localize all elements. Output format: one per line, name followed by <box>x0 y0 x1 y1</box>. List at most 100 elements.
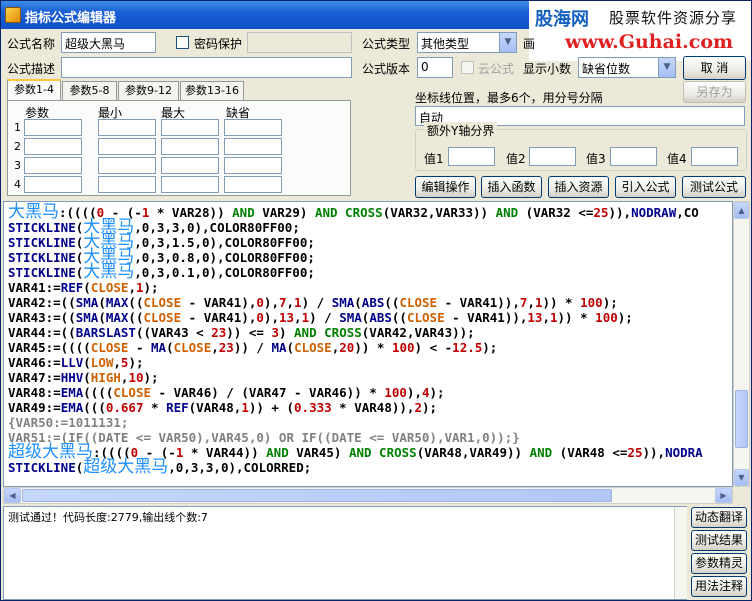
param-name-cell[interactable] <box>24 138 82 155</box>
value1-input[interactable] <box>448 147 495 166</box>
editor-horizontal-scrollbar[interactable]: ◀ ▶ <box>3 487 733 504</box>
value2-input[interactable] <box>529 147 576 166</box>
tab-params-5-8[interactable]: 参数5-8 <box>62 81 117 101</box>
cancel-button[interactable]: 取 消 <box>683 56 746 80</box>
formula-type-select[interactable]: 其他类型 ▼ <box>417 32 517 53</box>
app-icon <box>5 7 21 23</box>
param-name-cell[interactable] <box>24 119 82 136</box>
value4-input[interactable] <box>691 147 738 166</box>
value4-label: 值4 <box>667 152 687 166</box>
param-panel: 参数 最小 最大 缺省 1 2 3 4 <box>7 100 351 196</box>
param-max-cell[interactable] <box>161 138 219 155</box>
code-line: VAR45:=((((CLOSE - MA(CLOSE,23)) / MA(CL… <box>8 340 498 355</box>
editor-vertical-scrollbar[interactable]: ▲ ▼ <box>733 201 750 487</box>
value1-label: 值1 <box>424 152 444 166</box>
value3-label: 值3 <box>586 152 606 166</box>
test-result-button[interactable]: 测试结果 <box>691 530 747 551</box>
param-max-cell[interactable] <box>161 157 219 174</box>
code-line: STICKLINE(大黑马,0,3,3,0),COLOR80FF00; <box>8 217 300 237</box>
param-max-cell[interactable] <box>161 119 219 136</box>
window-title: 指标公式编辑器 <box>25 11 117 26</box>
version-label: 公式版本 <box>362 62 411 76</box>
desc-label: 公式描述 <box>7 62 56 76</box>
value2-label: 值2 <box>506 152 526 166</box>
code-line: VAR46:=LLV(LOW,5); <box>8 355 144 370</box>
password-checkbox[interactable] <box>176 36 189 49</box>
cloud-checkbox <box>461 61 474 74</box>
param-name-cell[interactable] <box>24 157 82 174</box>
name-label: 公式名称 <box>7 37 56 51</box>
code-line: VAR48:=EMA((((CLOSE - VAR46) / (VAR47 - … <box>8 385 445 400</box>
tab-params-9-12[interactable]: 参数9-12 <box>118 81 179 101</box>
chevron-down-icon: ▼ <box>658 58 675 77</box>
param-min-cell[interactable] <box>98 157 156 174</box>
code-line: VAR49:=EMA(((0.667 * REF(VAR48,1)) + (0.… <box>8 400 438 415</box>
param-default-cell[interactable] <box>224 176 282 193</box>
code-line: STICKLINE(超级大黑马,0,3,3,0),COLORRED; <box>8 457 312 477</box>
code-line: STICKLINE(大黑马,0,3,0.8,0),COLOR80FF00; <box>8 247 315 267</box>
value3-input[interactable] <box>610 147 657 166</box>
formula-name-input[interactable]: 超级大黑马 <box>61 32 156 53</box>
param-max-cell[interactable] <box>161 176 219 193</box>
decimals-value: 缺省位数 <box>582 62 631 76</box>
hscroll-thumb[interactable] <box>22 489 612 502</box>
status-scrollbar[interactable] <box>674 507 687 599</box>
param-min-cell[interactable] <box>98 119 156 136</box>
param-min-cell[interactable] <box>98 176 156 193</box>
code-line: {VAR50:=1011131; <box>8 415 129 430</box>
param-name-cell[interactable] <box>24 176 82 193</box>
formula-type-value: 其他类型 <box>421 37 470 51</box>
usage-notes-button[interactable]: 用法注释 <box>691 576 747 597</box>
scroll-thumb[interactable] <box>735 390 748 448</box>
scroll-down-icon[interactable]: ▼ <box>734 469 749 486</box>
edit-ops-button[interactable]: 编辑操作 <box>415 176 476 198</box>
save-as-button[interactable]: 另存为 <box>683 81 746 103</box>
password-label: 密码保护 <box>194 37 243 51</box>
decimals-select[interactable]: 缺省位数 ▼ <box>578 57 676 78</box>
param-default-cell[interactable] <box>224 138 282 155</box>
formula-desc-input[interactable] <box>61 57 352 78</box>
tab-params-1-4[interactable]: 参数1-4 <box>7 79 61 102</box>
code-line: VAR41:=REF(CLOSE,1); <box>8 280 159 295</box>
dynamic-translate-button[interactable]: 动态翻译 <box>691 507 747 528</box>
password-input <box>247 32 352 53</box>
param-default-cell[interactable] <box>224 157 282 174</box>
code-line: VAR42:=((SMA(MAX((CLOSE - VAR41),0),7,1)… <box>8 295 618 310</box>
test-formula-button[interactable]: 测试公式 <box>682 176 746 198</box>
param-row-number: 4 <box>14 178 21 191</box>
scroll-left-icon[interactable]: ◀ <box>4 488 21 503</box>
draw-label: 画 <box>523 37 536 51</box>
code-line: VAR47:=HHV(HIGH,10); <box>8 370 159 385</box>
test-result-area[interactable]: 测试通过！代码长度:2779,输出线个数:7 <box>3 506 687 600</box>
tab-params-13-16[interactable]: 参数13-16 <box>180 81 244 101</box>
cloud-label: 云公式 <box>478 62 515 76</box>
param-row-number: 1 <box>14 121 21 134</box>
param-row-number: 2 <box>14 140 21 153</box>
insert-function-button[interactable]: 插入函数 <box>481 176 542 198</box>
type-label: 公式类型 <box>362 37 411 51</box>
param-wizard-button[interactable]: 参数精灵 <box>691 553 747 574</box>
param-default-cell[interactable] <box>224 119 282 136</box>
axis-position-label: 坐标线位置，最多6个，用分号分隔 <box>415 91 603 105</box>
insert-resource-button[interactable]: 插入资源 <box>548 176 609 198</box>
version-input[interactable]: 0 <box>417 57 453 78</box>
code-line: STICKLINE(大黑马,0,3,0.1,0),COLOR80FF00; <box>8 262 315 282</box>
param-row-number: 3 <box>14 159 21 172</box>
decimals-label: 显示小数 <box>523 62 572 76</box>
formula-editor-window: 指标公式编辑器 股海网 股票软件资源分享 www.Guhai.com 公式名称 … <box>0 0 752 601</box>
scroll-right-icon[interactable]: ▶ <box>715 488 732 503</box>
status-message: 测试通过！代码长度:2779,输出线个数:7 <box>8 511 208 524</box>
extra-y-axis-label: 额外Y轴分界 <box>424 122 498 139</box>
code-line: VAR43:=((SMA(MAX((CLOSE - VAR41),0),13,1… <box>8 310 633 325</box>
chevron-down-icon: ▼ <box>499 33 516 52</box>
import-formula-button[interactable]: 引入公式 <box>615 176 676 198</box>
watermark-slogan: 股票软件资源分享 <box>609 9 738 27</box>
code-editor[interactable]: 大黑马:((((0 - (-1 * VAR28)) AND VAR29) AND… <box>3 201 733 487</box>
watermark-banner: 股海网 股票软件资源分享 www.Guhai.com <box>529 1 751 61</box>
code-line: STICKLINE(大黑马,0,3,1.5,0),COLOR80FF00; <box>8 232 315 252</box>
param-min-cell[interactable] <box>98 138 156 155</box>
watermark-url: www.Guhai.com <box>565 31 734 53</box>
watermark-logo: 股海网 <box>535 9 589 30</box>
scroll-up-icon[interactable]: ▲ <box>734 202 749 219</box>
code-line: VAR44:=((BARSLAST((VAR43 < 23)) <= 3) AN… <box>8 325 475 340</box>
